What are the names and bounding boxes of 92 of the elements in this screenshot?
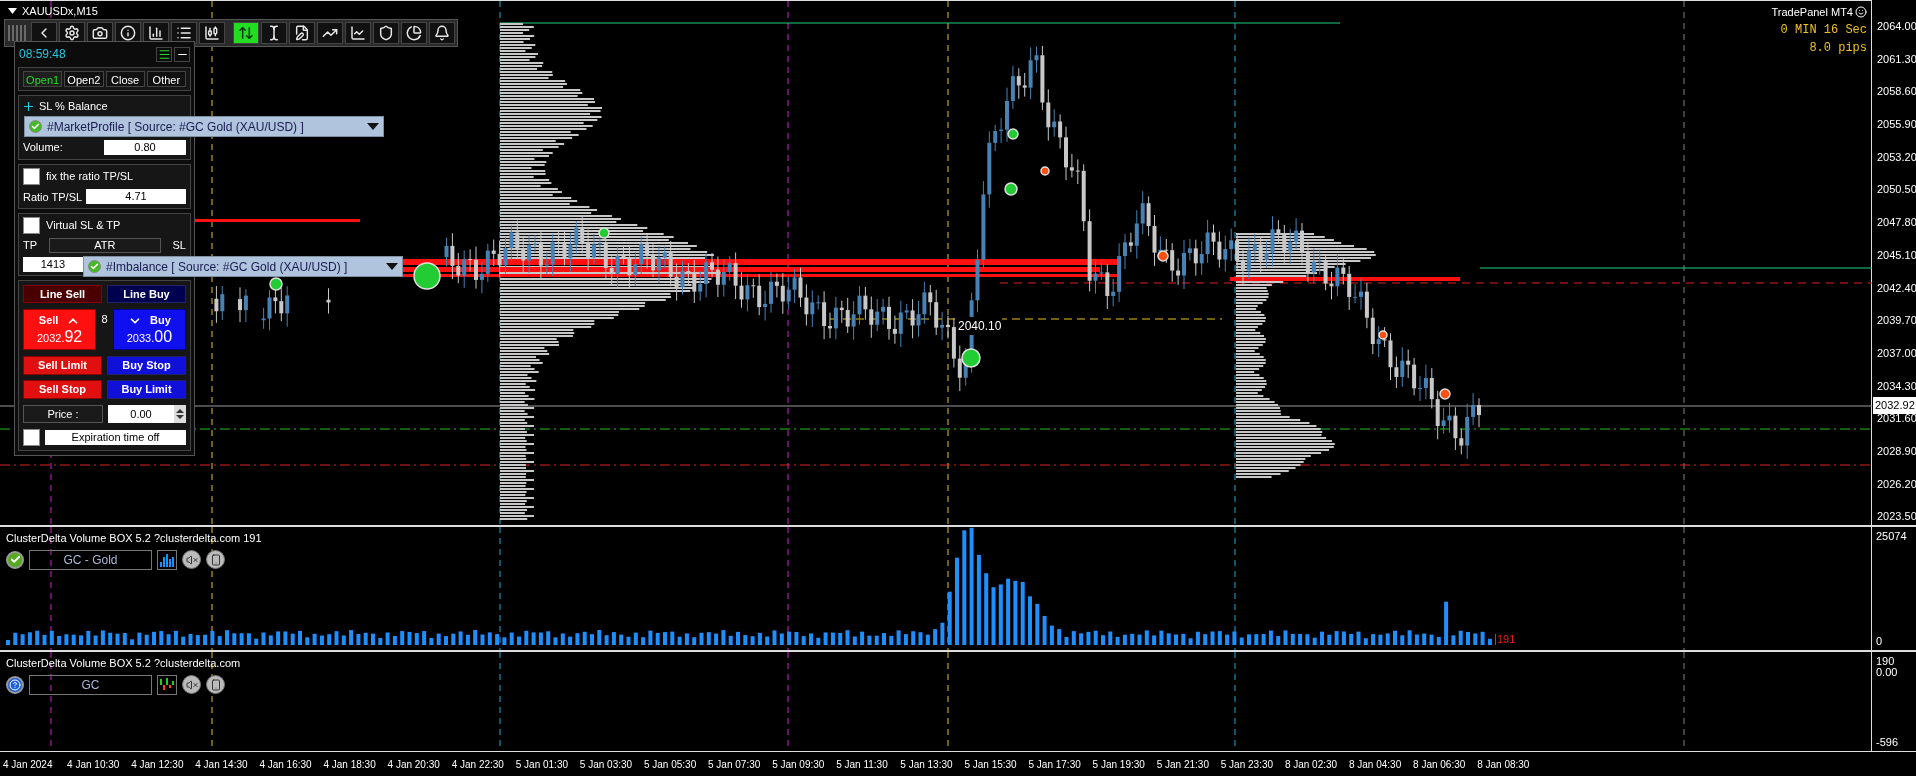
time-axis-label: 4 Jan 20:30: [387, 758, 441, 772]
sell-button[interactable]: Sell 2032.92: [23, 308, 97, 350]
indicator-title: ClusterDelta Volume BOX 5.2 ?clusterdelta.com: [6, 656, 242, 671]
field-label: Volume:: [23, 140, 63, 155]
atr-button[interactable]: ATR: [48, 237, 161, 253]
last-value: 191: [1496, 630, 1517, 647]
time-axis-label: 5 Jan 07:30: [708, 758, 762, 772]
price-axis-label: 2026.20: [1877, 476, 1916, 492]
checkbox-label: fix the ratio TP/SL: [46, 168, 134, 184]
panel-tab[interactable]: Open1: [23, 71, 63, 87]
source-dropdown[interactable]: #MarketProfile [ Source: #GC Gold (XAU/USD) ]: [24, 116, 384, 137]
time-axis-label: 4 Jan 18:30: [323, 758, 377, 772]
order-button[interactable]: Sell Stop: [23, 379, 102, 399]
field-label: Ratio TP/SL: [23, 189, 83, 205]
order-button[interactable]: Buy Stop: [107, 355, 186, 375]
price-axis-label: 2058.60: [1877, 84, 1916, 100]
price-axis-label: 2061.30: [1877, 51, 1916, 67]
atr-field[interactable]: 1413: [23, 256, 83, 272]
price-axis-label: 2045.10: [1877, 247, 1916, 263]
price-field[interactable]: 0.00: [108, 404, 174, 423]
dropdown-text: #Imbalance [ Source: #GC Gold (XAU/USD) ]: [106, 258, 349, 276]
timer-text: 0 MIN 16 Sec: [1780, 21, 1867, 39]
time-axis-label: 5 Jan 09:30: [772, 758, 826, 772]
time-axis-label: 8 Jan 02:30: [1284, 758, 1339, 772]
time-axis-label: 5 Jan 01:30: [515, 758, 569, 772]
sell-label: Sell: [38, 313, 59, 329]
sell-price: 2032.92: [36, 328, 83, 346]
chart-title: XAUUSDx,M15: [22, 4, 98, 19]
buy-price: 2033.00: [126, 328, 173, 346]
time-axis-label: 5 Jan 17:30: [1028, 758, 1082, 772]
indicator-title: ClusterDelta Volume BOX 5.2 ?clusterdelta.com 191: [6, 531, 263, 546]
time-axis-label: 5 Jan 21:30: [1156, 758, 1210, 772]
order-button[interactable]: Sell Limit: [23, 355, 102, 375]
panel-tab[interactable]: Open2: [64, 71, 104, 87]
section-label: SL % Balance: [39, 98, 108, 114]
time-axis-label: 5 Jan 03:30: [579, 758, 634, 772]
time-axis-label: 8 Jan 08:30: [1477, 758, 1531, 772]
time-axis-label: 5 Jan 11:30: [836, 758, 889, 772]
time-axis-label: 4 Jan 16:30: [259, 758, 313, 772]
panel-tab[interactable]: Close: [105, 71, 145, 87]
price-axis-label: 2053.20: [1877, 149, 1916, 165]
axis-label: -596: [1876, 734, 1900, 750]
symbol-field[interactable]: GC: [29, 674, 152, 695]
price-axis-label: 2028.90: [1877, 443, 1916, 459]
price-axis-label: 2031.60: [1877, 411, 1916, 427]
buy-label: Buy: [150, 313, 171, 329]
time-axis-label: 5 Jan 13:30: [900, 758, 954, 772]
axis-label: 0.00: [1876, 665, 1899, 681]
line-buy-button[interactable]: Line Buy: [107, 284, 186, 303]
pips-text: 8.0 pips: [1809, 39, 1867, 57]
price-axis-label: 2047.80: [1877, 215, 1916, 231]
price-axis-label: 2055.90: [1877, 117, 1916, 133]
price-label: 2040.10: [957, 317, 1003, 335]
panel-name: TradePanel MT4: [1771, 5, 1853, 20]
time-axis-label: 4 Jan 12:30: [131, 758, 185, 772]
time-axis-label: 5 Jan 23:30: [1220, 758, 1275, 772]
price-axis-label: 2023.50: [1877, 509, 1916, 525]
spread-value: 8: [100, 311, 109, 327]
dropdown-text: #MarketProfile [ Source: #GC Gold (XAU/USD) ]: [47, 118, 305, 136]
time-axis-label: 4 Jan 22:30: [451, 758, 505, 772]
time-axis-label: 4 Jan 10:30: [67, 758, 121, 772]
price-axis-label: 2050.50: [1877, 182, 1916, 198]
time-axis-label: 4 Jan 2024: [3, 758, 54, 772]
tp-label: TP: [23, 238, 38, 253]
price-axis-label: 2039.70: [1877, 313, 1916, 329]
source-dropdown[interactable]: #Imbalance [ Source: #GC Gold (XAU/USD) ]: [83, 256, 403, 277]
volume-field[interactable]: 0.80: [104, 139, 186, 155]
panel-tab[interactable]: Other: [146, 71, 186, 87]
price-axis-label: 2034.30: [1877, 378, 1916, 394]
order-button[interactable]: Buy Limit: [107, 379, 186, 399]
time-axis-label: 4 Jan 14:30: [195, 758, 249, 772]
axis-label: 190: [1876, 654, 1896, 668]
price-axis-label: 2037.00: [1877, 345, 1916, 361]
symbol-field[interactable]: GC - Gold: [29, 549, 152, 570]
time-axis-label: 8 Jan 04:30: [1348, 758, 1403, 772]
line-sell-button[interactable]: Line Sell: [23, 284, 102, 303]
current-price-tag: 2032.92: [1873, 397, 1916, 414]
time-axis-label: 8 Jan 06:30: [1413, 758, 1467, 772]
ratio-field[interactable]: 4.71: [86, 189, 186, 205]
axis-label: 25074: [1876, 529, 1908, 544]
checkbox-label: Virtual SL & TP: [46, 218, 121, 234]
price-label: Price :: [23, 404, 103, 423]
clock: 08:59:48: [19, 46, 66, 63]
buy-button[interactable]: Buy 2033.00: [112, 308, 186, 350]
time-axis-label: 5 Jan 05:30: [643, 758, 698, 772]
time-axis-label: 5 Jan 19:30: [1092, 758, 1146, 772]
expiration-button[interactable]: Expiration time off: [45, 429, 186, 445]
price-axis-label: 2042.40: [1877, 280, 1916, 296]
price-axis-label: 2064.00: [1877, 19, 1916, 34]
sl-label: SL: [172, 238, 186, 253]
time-axis-label: 5 Jan 15:30: [964, 758, 1018, 772]
axis-label: 0: [1876, 633, 1884, 649]
